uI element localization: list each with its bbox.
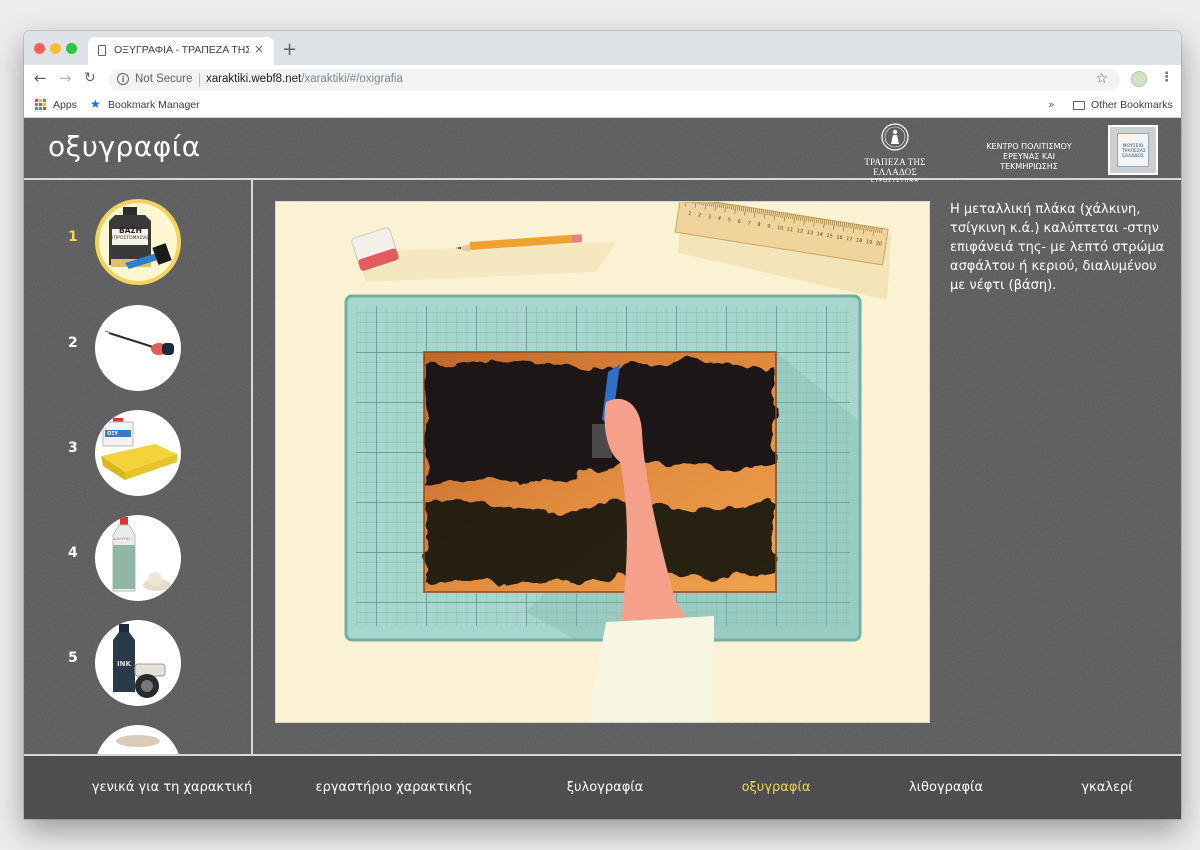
- step-number: 3: [68, 440, 78, 456]
- divider: [199, 73, 200, 87]
- ruler-tick-label: 15: [826, 233, 833, 240]
- step-2[interactable]: 2: [24, 303, 251, 393]
- nav-item-4[interactable]: οξυγραφία: [742, 780, 811, 795]
- step-number: 2: [68, 335, 78, 351]
- tab-title: ΟΞΥΓΡΑΦΙΑ - ΤΡΑΠΕΖΑ ΤΗΣ Ε: [114, 44, 249, 56]
- page-title: οξυγραφία: [48, 130, 201, 163]
- bank-seal-icon: [881, 123, 909, 151]
- center-line-1: ΚΕΝΤΡΟ ΠΟΛΙΤΙΣΜΟΥ: [986, 142, 1072, 151]
- nav-item-3[interactable]: ξυλογραφία: [567, 780, 643, 795]
- bookmark-manager[interactable]: Bookmark Manager: [108, 99, 200, 111]
- ruler-tick-label: 11: [786, 227, 793, 234]
- extension-icon[interactable]: [1131, 71, 1147, 87]
- nav-item-1[interactable]: γενικά για τη χαρακτική: [92, 780, 252, 795]
- partial-tool-icon: [116, 735, 160, 747]
- nav-item-2[interactable]: εργαστήριο χαρακτικής: [316, 780, 473, 795]
- browser-toolbar: ← → ↻ i Not Secure xaraktiki.webf8.net/x…: [24, 65, 1181, 95]
- not-secure-label: Not Secure: [135, 73, 193, 85]
- solvent-bottle-icon: [112, 517, 171, 592]
- close-icon[interactable]: ×: [254, 42, 264, 56]
- ink-bottle-icon: [113, 624, 166, 698]
- acid-tray-icon: [101, 418, 177, 480]
- step-thumb[interactable]: [95, 725, 181, 754]
- bank-subtitle: ΕΥΡΩΣΥΣΤΗΜΑ: [871, 178, 919, 184]
- url-path: /xaraktiki/#/oxigrafia: [301, 73, 403, 85]
- bottle-label: ΔΙΑΛΥΤΙΚΟ: [113, 537, 132, 541]
- step-3[interactable]: 3 ΟΞΥ: [24, 408, 251, 498]
- illustration-panel: 1 2 3 4 5 6 7 8 9 10 11 12 13 14 15 16 17 18 19 20: [275, 201, 930, 723]
- browser-tab[interactable]: ΟΞΥΓΡΑΦΙΑ - ΤΡΑΠΕΖΑ ΤΗΣ Ε ×: [88, 37, 274, 65]
- bank-name: ΤΡΑΠΕΖΑ ΤΗΣ ΕΛΛΑΔΟΣ: [864, 157, 926, 177]
- bookmark-apps[interactable]: Apps: [53, 99, 77, 111]
- web-page: οξυγραφία ΤΡΑΠΕΖΑ ΤΗΣ ΕΛΛΑΔΟΣ ΕΥΡΩΣΥΣΤΗΜ…: [24, 118, 1181, 819]
- bank-logo[interactable]: ΤΡΑΠΕΖΑ ΤΗΣ ΕΛΛΑΔΟΣ ΕΥΡΩΣΥΣΤΗΜΑ: [842, 123, 948, 184]
- museum-mark: ΜΟΥΣΕΙΟ ΤΡΑΠΕΖΑΣ ΕΛΛΑΔΟΣ: [1122, 144, 1146, 159]
- ruler-tick-label: 18: [856, 237, 863, 244]
- close-window-button[interactable]: [34, 43, 45, 54]
- nav-item-6[interactable]: γκαλερί: [1081, 780, 1132, 795]
- step-6[interactable]: [24, 723, 251, 754]
- etching-scene: 1 2 3 4 5 6 7 8 9 10 11 12 13 14 15 16 17 18 19 20: [344, 202, 892, 722]
- steps-rail[interactable]: 1 ΒΑΣΗ (ΠΡΟΣΤΟΜΑΣΙΑ) 2 3 ΟΞΥ 4 ΔΙΑΛΥΤΙΚΟ…: [24, 180, 253, 754]
- bottle-label: ΒΑΣΗ: [119, 226, 142, 235]
- minimize-window-button[interactable]: [50, 43, 61, 54]
- step-description: Η μεταλλική πλάκα (χάλκινη, τσίγκινη κ.ά…: [950, 202, 1165, 293]
- bookmarks-bar: Apps ★ Bookmark Manager » Other Bookmark…: [24, 95, 1181, 118]
- star-icon[interactable]: ☆: [1095, 71, 1108, 87]
- bottle-label: ΟΞΥ: [107, 431, 119, 437]
- nav-item-5[interactable]: λιθογραφία: [909, 780, 983, 795]
- chevron-double-icon[interactable]: »: [1048, 98, 1055, 111]
- kebab-menu-icon[interactable]: ⋮: [1160, 70, 1173, 85]
- etching-needle-icon: [104, 330, 174, 355]
- file-icon: [98, 45, 106, 56]
- plus-icon[interactable]: +: [282, 39, 297, 60]
- step-number: 1: [68, 229, 78, 245]
- url-host: xaraktiki.webf8.net: [206, 73, 302, 85]
- folder-icon: [1073, 101, 1085, 110]
- footer-nav: γενικά για τη χαρακτική εργαστήριο χαρακτ…: [24, 754, 1181, 819]
- bookmark-other[interactable]: Other Bookmarks: [1091, 99, 1173, 111]
- reload-icon[interactable]: ↻: [84, 70, 96, 86]
- url-text[interactable]: xaraktiki.webf8.net/xaraktiki/#/oxigrafi…: [206, 73, 403, 85]
- ruler-tick-label: 19: [865, 239, 872, 246]
- ruler-icon: 1 2 3 4 5 6 7 8 9 10 11 12 13 14 15 16 17 18 19 20: [674, 202, 892, 301]
- browser-window: ΟΞΥΓΡΑΦΙΑ - ΤΡΑΠΕΖΑ ΤΗΣ Ε × + ← → ↻ i No…: [24, 31, 1181, 819]
- step-number: 4: [68, 545, 78, 561]
- zoom-window-button[interactable]: [66, 43, 77, 54]
- forward-arrow-icon[interactable]: →: [59, 69, 72, 87]
- step-1[interactable]: 1 ΒΑΣΗ (ΠΡΟΣΤΟΜΑΣΙΑ): [24, 197, 251, 287]
- museum-logo[interactable]: ΜΟΥΣΕΙΟ ΤΡΑΠΕΖΑΣ ΕΛΛΑΔΟΣ: [1108, 125, 1158, 175]
- ruler-tick-label: 10: [777, 225, 784, 232]
- tab-strip: ΟΞΥΓΡΑΦΙΑ - ΤΡΑΠΕΖΑ ΤΗΣ Ε × +: [24, 31, 1181, 65]
- step-thumb[interactable]: ΒΑΣΗ (ΠΡΟΣΤΟΜΑΣΙΑ): [95, 199, 181, 285]
- center-line-2: ΕΡΕΥΝΑΣ ΚΑΙ ΤΕΚΜΗΡΙΩΣΗΣ: [1000, 152, 1058, 171]
- ruler-tick-label: 20: [875, 241, 882, 248]
- metal-plate: [423, 351, 777, 593]
- step-5[interactable]: 5 INK: [24, 618, 251, 708]
- base-bottle-icon: [109, 207, 172, 269]
- ruler-tick-label: 12: [796, 228, 803, 235]
- bookmark-star-icon: ★: [90, 97, 101, 111]
- step-4[interactable]: 4 ΔΙΑΛΥΤΙΚΟ: [24, 513, 251, 603]
- step-thumb[interactable]: [95, 305, 181, 391]
- site-header: οξυγραφία ΤΡΑΠΕΖΑ ΤΗΣ ΕΛΛΑΔΟΣ ΕΥΡΩΣΥΣΤΗΜ…: [24, 118, 1181, 184]
- step-thumb[interactable]: ΔΙΑΛΥΤΙΚΟ: [95, 515, 181, 601]
- bottle-sublabel: (ΠΡΟΣΤΟΜΑΣΙΑ): [112, 236, 149, 241]
- address-bar[interactable]: i Not Secure xaraktiki.webf8.net/xarakti…: [108, 69, 1120, 91]
- apps-grid-icon[interactable]: [35, 99, 47, 111]
- ruler-tick-label: 13: [806, 230, 813, 237]
- culture-center-name: ΚΕΝΤΡΟ ΠΟΛΙΤΙΣΜΟΥ ΕΡΕΥΝΑΣ ΚΑΙ ΤΕΚΜΗΡΙΩΣΗ…: [974, 142, 1084, 172]
- step-thumb[interactable]: INK: [95, 620, 181, 706]
- step-number: 5: [68, 650, 78, 666]
- ruler-tick-label: 17: [846, 236, 853, 243]
- ruler-tick-label: 16: [836, 234, 843, 241]
- back-arrow-icon[interactable]: ←: [34, 69, 47, 87]
- info-icon[interactable]: i: [117, 73, 129, 85]
- step-thumb[interactable]: ΟΞΥ: [95, 410, 181, 496]
- ruler-tick-label: 14: [816, 231, 823, 238]
- museum-logo-frame: ΜΟΥΣΕΙΟ ΤΡΑΠΕΖΑΣ ΕΛΛΑΔΟΣ: [1117, 133, 1149, 167]
- bottle-label: INK: [117, 660, 131, 668]
